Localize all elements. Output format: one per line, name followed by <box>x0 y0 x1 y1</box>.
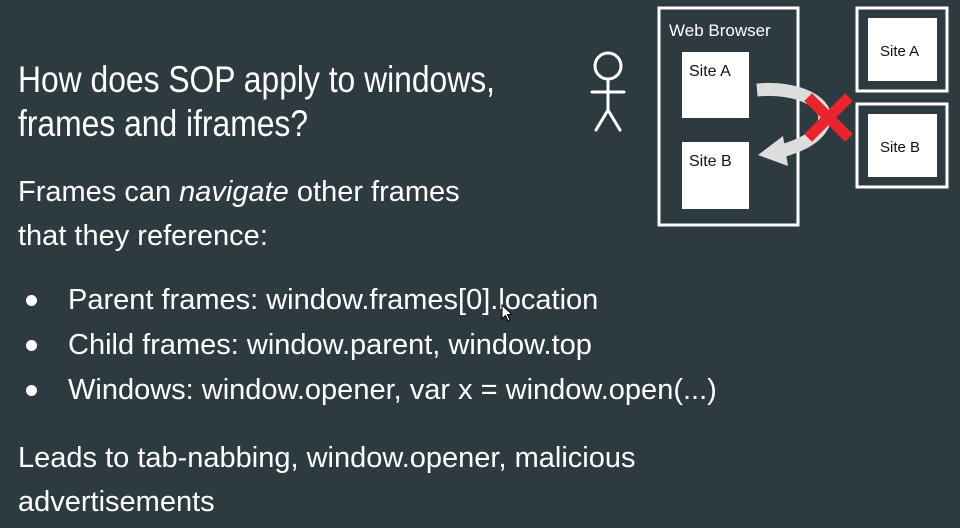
web-browser-label: Web Browser <box>669 21 771 40</box>
browser-frame-site-b-label: Site B <box>689 153 732 170</box>
browser-frame-site-a <box>682 52 749 118</box>
external-site-b-label: Site B <box>880 139 920 156</box>
sop-diagram: Web Browser Site A Site B Site A Site B <box>590 6 949 227</box>
stick-figure-icon <box>590 51 626 132</box>
slide: How does SOP apply to windows, frames an… <box>0 0 960 528</box>
mouse-cursor-icon <box>501 304 514 322</box>
browser-frame-site-a-label: Site A <box>689 63 731 80</box>
blocked-cross-icon <box>804 93 853 142</box>
external-site-a-label: Site A <box>880 43 919 60</box>
